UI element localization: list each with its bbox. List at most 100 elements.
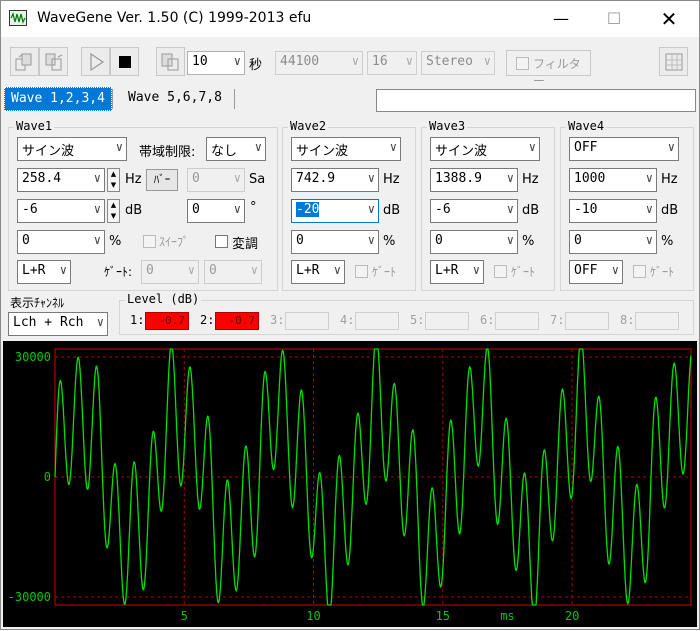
- wave2-freq-value: 742.9: [296, 171, 336, 186]
- wave1-freq-combo[interactable]: 258.4 ∨: [17, 168, 105, 192]
- bandlimit-select[interactable]: なし ∨: [206, 137, 266, 161]
- wave2-level-combo[interactable]: -20 ∨: [291, 199, 379, 223]
- wave1-pct-combo[interactable]: 0 ∨: [17, 230, 105, 254]
- wave2-type-select[interactable]: サイン波 ∨: [291, 137, 401, 161]
- wave1-level-spinner[interactable]: ▲ ▼: [107, 199, 120, 223]
- sweep-checkbox[interactable]: [143, 235, 156, 248]
- wave4-freq-combo[interactable]: 1000 ∨: [569, 168, 657, 192]
- display-channel-select[interactable]: Lch + Rch ∨: [8, 312, 108, 336]
- wave1-db-unit: dB: [125, 203, 143, 218]
- wave1-type-value: サイン波: [22, 144, 75, 159]
- wave4-pct-value: 0: [574, 233, 582, 248]
- close-button[interactable]: ✕: [646, 1, 692, 37]
- level-meter-5: [425, 312, 469, 330]
- wave4-type-select[interactable]: OFF ∨: [569, 137, 679, 161]
- wave3-gate-checkbox[interactable]: [494, 265, 507, 278]
- minimize-button[interactable]: —: [538, 1, 584, 37]
- tab-wave-5-8[interactable]: Wave 5,6,7,8: [122, 87, 228, 111]
- wave1-level-value: -6: [22, 202, 38, 217]
- wave4-gate-label: ｹﾞｰﾄ: [650, 265, 675, 279]
- chevron-down-icon: ∨: [93, 233, 101, 247]
- gate-on-combo[interactable]: 0 ∨: [141, 260, 199, 284]
- tab-wave-1-4[interactable]: Wave 1,2,3,4: [4, 87, 112, 111]
- wave1-pan-select[interactable]: L+R ∨: [17, 260, 71, 284]
- channels-value: Stereo: [426, 54, 473, 69]
- level-meter-6-label: 6:: [480, 313, 495, 327]
- wave4-gate-checkbox[interactable]: [633, 265, 646, 278]
- wave4-db-unit: dB: [661, 203, 679, 218]
- level-meter-8-label: 8:: [620, 313, 635, 327]
- gate-off-combo[interactable]: 0 ∨: [204, 260, 262, 284]
- wave4-title: Wave4: [566, 119, 607, 133]
- y-tick-label: -30000: [8, 590, 51, 604]
- x-tick-label: 5: [181, 609, 188, 623]
- wave4-pan-select[interactable]: OFF ∨: [569, 260, 623, 284]
- duration-select[interactable]: 10 ∨: [187, 51, 245, 75]
- filter-checkbox[interactable]: [516, 57, 529, 70]
- load-settings-button[interactable]: [10, 47, 39, 76]
- spin-down-icon: ▼: [110, 212, 117, 220]
- stop-button[interactable]: [110, 47, 139, 76]
- sweep-label: ｽｲｰﾌﾟ: [159, 235, 190, 249]
- wave3-type-value: サイン波: [435, 144, 488, 159]
- chevron-down-icon: ∨: [367, 171, 375, 185]
- wave4-pct-combo[interactable]: 0 ∨: [569, 230, 657, 254]
- wave3-pan-select[interactable]: L+R ∨: [430, 260, 484, 284]
- wave3-db-unit: dB: [522, 203, 540, 218]
- filter-toggle[interactable]: フィルター: [506, 50, 591, 88]
- wave1-hz-unit: Hz: [125, 172, 142, 187]
- wave3-freq-value: 1388.9: [435, 171, 482, 186]
- wave1-level-combo[interactable]: -6 ∨: [17, 199, 105, 223]
- wave4-type-value: OFF: [574, 140, 598, 155]
- duration-unit-label: 秒: [249, 58, 263, 73]
- wave1-freq-spinner[interactable]: ▲ ▼: [107, 168, 120, 192]
- chevron-down-icon: ∨: [389, 140, 397, 154]
- level-meter-4: [355, 312, 399, 330]
- save-settings-button[interactable]: [39, 47, 68, 76]
- y-tick-label: 30000: [15, 350, 51, 364]
- burst-count-combo[interactable]: 0 ∨: [187, 168, 245, 192]
- play-icon: [90, 52, 105, 72]
- display-channel-label: 表示ﾁｬﾝﾈﾙ: [10, 296, 65, 310]
- chevron-down-icon: ∨: [645, 171, 653, 185]
- wave1-type-select[interactable]: サイン波 ∨: [17, 137, 127, 161]
- settings-button[interactable]: [659, 47, 688, 76]
- level-meter-6: [495, 312, 539, 330]
- sample-rate-select[interactable]: 44100 ∨: [275, 51, 363, 75]
- play-button[interactable]: [81, 47, 110, 76]
- wave1-pan-value: L+R: [22, 263, 46, 278]
- save-wav-button[interactable]: [156, 47, 185, 76]
- wave2-gate-checkbox[interactable]: [355, 265, 368, 278]
- wave2-db-unit: dB: [383, 203, 401, 218]
- gate-on-value: 0: [146, 263, 154, 278]
- oscilloscope: 30000 0 -30000 5 10 15 20 ms: [3, 341, 697, 627]
- sample-rate-value: 44100: [280, 54, 320, 69]
- wave3-type-select[interactable]: サイン波 ∨: [430, 137, 540, 161]
- level-meter-7-label: 7:: [550, 313, 565, 327]
- wave3-title: Wave3: [427, 119, 468, 133]
- stop-icon: [119, 56, 131, 68]
- disk-copy-icon: [161, 53, 179, 71]
- modulation-checkbox[interactable]: [215, 235, 228, 248]
- wave2-pan-select[interactable]: L+R ∨: [291, 260, 345, 284]
- wave2-pct-combo[interactable]: 0 ∨: [291, 230, 379, 254]
- wave4-level-combo[interactable]: -10 ∨: [569, 199, 657, 223]
- wave3-level-combo[interactable]: -6 ∨: [430, 199, 518, 223]
- wave3-pct-combo[interactable]: 0 ∨: [430, 230, 518, 254]
- wave3-hz-unit: Hz: [522, 172, 539, 187]
- wave4-level-value: -10: [574, 202, 598, 217]
- bandlimit-label: 帯域制限:: [139, 145, 196, 160]
- burst-button[interactable]: ﾊﾞｰ: [146, 169, 178, 191]
- level-meter-3-label: 3:: [270, 313, 285, 327]
- duration-value: 10: [192, 54, 208, 69]
- comment-input[interactable]: [376, 89, 696, 112]
- wave4-pan-value: OFF: [574, 263, 598, 278]
- phase-combo[interactable]: 0 ∨: [187, 199, 245, 223]
- channels-select[interactable]: Stereo ∨: [421, 51, 495, 75]
- bit-depth-select[interactable]: 16 ∨: [367, 51, 417, 75]
- level-meter-2: -0.7: [215, 312, 259, 330]
- wave3-freq-combo[interactable]: 1388.9 ∨: [430, 168, 518, 192]
- maximize-button[interactable]: ☐: [591, 1, 637, 37]
- wave2-freq-combo[interactable]: 742.9 ∨: [291, 168, 379, 192]
- bandlimit-value: なし: [211, 144, 238, 159]
